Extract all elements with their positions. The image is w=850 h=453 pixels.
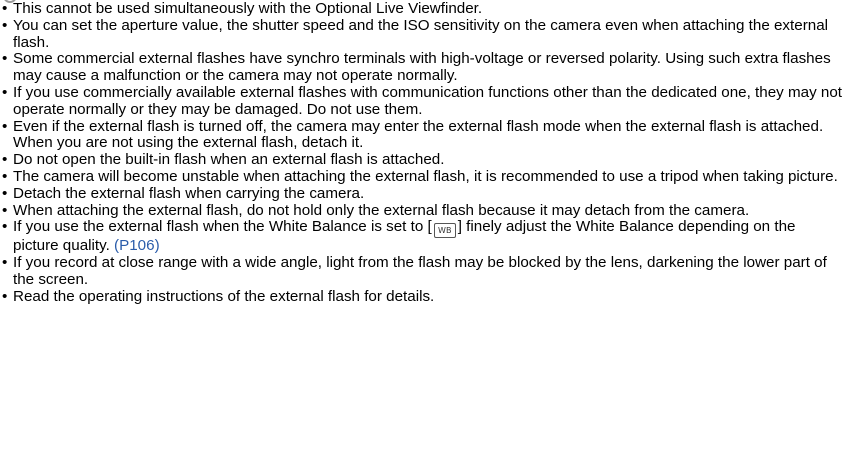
note-text: Some commercial external flashes have sy… bbox=[13, 50, 831, 85]
bullet: • bbox=[2, 16, 8, 34]
bullet: • bbox=[2, 0, 8, 17]
bullet: • bbox=[2, 201, 8, 219]
list-item: • Detach the external flash when carrying… bbox=[0, 184, 845, 203]
list-item: • Read the operating instructions of the … bbox=[0, 287, 845, 306]
bullet: • bbox=[2, 184, 8, 202]
note-text: Read the operating instructions of the e… bbox=[13, 287, 435, 305]
bullet: • bbox=[2, 254, 8, 272]
page-reference-link[interactable]: (P106) bbox=[114, 237, 160, 254]
note-text: Even if the external flash is turned off… bbox=[13, 117, 824, 152]
note-text: This cannot be used simultaneously with … bbox=[13, 0, 483, 17]
note-text: When attaching the external flash, do no… bbox=[13, 201, 750, 219]
list-item: • Do not open the built-in flash when an … bbox=[0, 151, 845, 169]
list-item: • When attaching the external flash, do n… bbox=[0, 201, 845, 220]
note-text: If you use commercially available extern… bbox=[13, 83, 843, 118]
note-text-before: If you use the external flash when the W… bbox=[13, 218, 432, 236]
bullet: • bbox=[2, 83, 8, 101]
flash-white-balance-icon: WB bbox=[433, 223, 456, 239]
bullet: • bbox=[2, 287, 8, 305]
list-item: • Some commercial external flashes have s… bbox=[0, 51, 845, 85]
note-text: The camera will become unstable when att… bbox=[13, 167, 838, 185]
note-text: Do not open the built-in flash when an e… bbox=[13, 151, 445, 169]
note-text: If you record at close range with a wide… bbox=[13, 254, 827, 288]
list-item: • If you use the external flash when the … bbox=[0, 218, 845, 255]
list-item: • If you use commercially available exter… bbox=[0, 83, 845, 119]
bullet: • bbox=[2, 218, 8, 236]
note-text: You can set the aperture value, the shut… bbox=[13, 16, 829, 51]
notes-list: • This cannot be used simultaneously with… bbox=[0, 0, 845, 306]
list-item: • This cannot be used simultaneously with… bbox=[0, 0, 845, 18]
list-item: • If you record at close range with a wid… bbox=[0, 254, 845, 289]
list-item: • You can set the aperture value, the shu… bbox=[0, 16, 845, 52]
list-item: • Even if the external flash is turned of… bbox=[0, 117, 845, 153]
bullet: • bbox=[2, 151, 8, 169]
bullet: • bbox=[2, 50, 8, 68]
list-item: • The camera will become unstable when at… bbox=[0, 167, 845, 186]
bullet: • bbox=[2, 117, 8, 135]
bullet: • bbox=[2, 167, 8, 185]
note-text: Detach the external flash when carrying … bbox=[13, 184, 365, 202]
